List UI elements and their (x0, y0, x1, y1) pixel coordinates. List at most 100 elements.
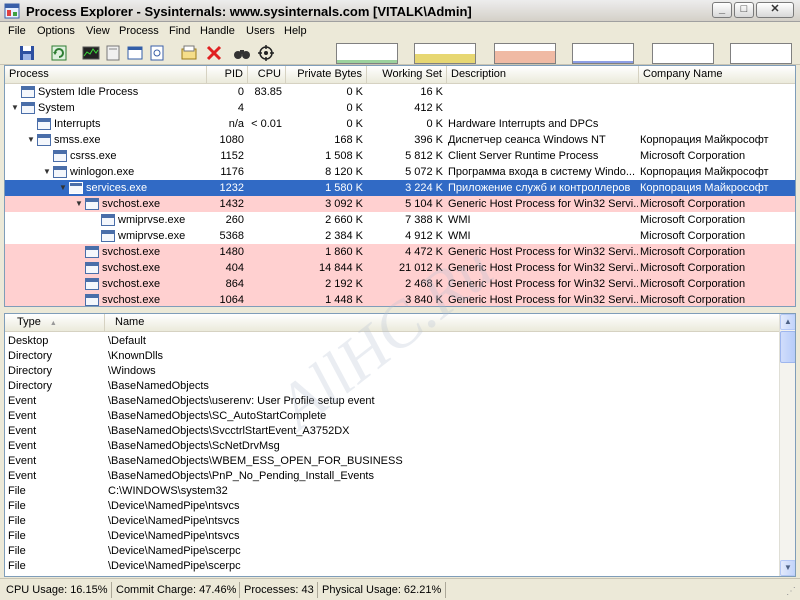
process-row[interactable]: wmiprvse.exe 5368 2 384 K 4 912 K WMI Microso… (5, 228, 795, 244)
io-graph[interactable] (494, 43, 556, 64)
handle-scrollbar[interactable]: ▲ ▼ (779, 314, 795, 576)
crosshair-icon[interactable] (257, 44, 275, 62)
working-set-cell: 16 K (420, 86, 443, 98)
company-cell: Microsoft Corporation (640, 150, 746, 162)
handle-type-cell: Event (8, 455, 37, 467)
process-table-header: Process PID CPU Private Bytes Working Se… (5, 66, 795, 84)
handle-row[interactable]: Event \BaseNamedObjects\SC_AutoStartCompl… (5, 409, 781, 424)
menu-file[interactable]: File (8, 25, 26, 37)
handle-name-cell: \BaseNamedObjects (108, 380, 209, 392)
process-row[interactable]: ▼ svchost.exe 1432 3 092 K 5 104 K Generic Ho… (5, 196, 795, 212)
network-graph[interactable] (572, 43, 634, 64)
process-icon (85, 294, 99, 306)
expand-toggle-icon[interactable]: ▼ (43, 164, 53, 180)
process-name-cell: ▼ services.exe (59, 180, 207, 196)
scroll-down-button[interactable]: ▼ (780, 560, 795, 576)
expand-toggle-icon[interactable]: ▼ (59, 180, 69, 196)
column-description[interactable]: Description (447, 66, 639, 84)
disk-graph[interactable] (652, 43, 714, 64)
close-button[interactable]: ✕ (756, 2, 794, 18)
menu-find[interactable]: Find (169, 25, 190, 37)
column-pid[interactable]: PID (207, 66, 248, 84)
properties-icon[interactable] (148, 44, 166, 62)
process-row[interactable]: ▼ winlogon.exe 1176 8 120 K 5 072 K Программа… (5, 164, 795, 180)
handle-row[interactable]: File \Device\NamedPipe\ntsvcs (5, 514, 781, 529)
handle-row[interactable]: Event \BaseNamedObjects\WBEM_ESS_OPEN_FOR… (5, 454, 781, 469)
system-info-icon[interactable] (82, 44, 100, 62)
cpu-graph[interactable] (336, 43, 398, 64)
working-set-cell: 4 472 K (405, 246, 443, 258)
handle-pane[interactable]: Type ▲ Name Desktop \Default Directory \Kno… (4, 313, 796, 577)
scroll-thumb[interactable] (780, 331, 795, 363)
process-row[interactable]: svchost.exe 864 2 192 K 2 468 K Generic Host… (5, 276, 795, 292)
column-type[interactable]: Type ▲ (5, 314, 105, 332)
process-row[interactable]: Interrupts n/a < 0.01 0 K 0 K Hardware Interr… (5, 116, 795, 132)
scroll-up-button[interactable]: ▲ (780, 314, 795, 330)
process-row[interactable]: csrss.exe 1152 1 508 K 5 812 K Client Server… (5, 148, 795, 164)
expand-toggle-icon[interactable]: ▼ (27, 132, 37, 148)
handle-row[interactable]: File \Device\NamedPipe\scerpc (5, 544, 781, 559)
process-icon (21, 86, 35, 98)
handle-row[interactable]: Event \BaseNamedObjects\ScNetDrvMsg (5, 439, 781, 454)
process-name-cell: wmiprvse.exe (91, 228, 207, 244)
handle-row[interactable]: File \Device\NamedPipe\scerpc (5, 559, 781, 574)
column-company-name[interactable]: Company Name (639, 66, 795, 84)
menu-options[interactable]: Options (37, 25, 75, 37)
minimize-button[interactable]: _ (712, 2, 732, 18)
menu-users[interactable]: Users (246, 25, 275, 37)
find-icon[interactable] (233, 44, 251, 62)
cpu-graph-fill (337, 59, 397, 63)
cpu-cell (248, 196, 282, 212)
handle-row[interactable]: Directory \Windows (5, 364, 781, 379)
commit-graph[interactable] (414, 43, 476, 64)
handle-type-cell: Event (8, 410, 37, 422)
handle-row[interactable]: File C:\WINDOWS\system32 (5, 484, 781, 499)
handle-row[interactable]: Event \BaseNamedObjects\PnP_No_Pending_In… (5, 469, 781, 484)
process-row[interactable]: svchost.exe 404 14 844 K 21 012 K Generic Ho… (5, 260, 795, 276)
column-cpu[interactable]: CPU (248, 66, 286, 84)
menu-process[interactable]: Process (119, 25, 159, 37)
handle-row[interactable]: Directory \BaseNamedObjects (5, 379, 781, 394)
process-row[interactable]: ▼ System 4 0 K 412 K (5, 100, 795, 116)
process-icon (85, 262, 99, 274)
company-cell (640, 116, 795, 132)
maximize-button[interactable]: □ (734, 2, 754, 18)
menu-help[interactable]: Help (284, 25, 307, 37)
process-name: Interrupts (54, 118, 101, 130)
resize-grip-icon[interactable]: ⋰ (786, 586, 798, 598)
process-tree-pane[interactable]: Process PID CPU Private Bytes Working Se… (4, 65, 796, 307)
process-row[interactable]: wmiprvse.exe 260 2 660 K 7 388 K WMI Microsof… (5, 212, 795, 228)
expand-toggle-icon[interactable]: ▼ (75, 196, 85, 212)
kill-process-icon[interactable] (205, 44, 223, 62)
save-icon[interactable] (18, 44, 36, 62)
process-name: svchost.exe (102, 294, 161, 306)
process-row[interactable]: ▼ smss.exe 1080 168 K 396 K Диспетчер сеанса … (5, 132, 795, 148)
handle-row[interactable]: File \Device\NamedPipe\ntsvcs (5, 499, 781, 514)
menu-view[interactable]: View (86, 25, 110, 37)
gpu-graph[interactable] (730, 43, 792, 64)
target-icon[interactable] (180, 44, 198, 62)
dll-view-icon[interactable] (104, 44, 122, 62)
expand-toggle-icon[interactable]: ▼ (11, 100, 21, 116)
working-set-cell: 7 388 K (405, 214, 443, 226)
refresh-icon[interactable] (50, 44, 68, 62)
column-working-set[interactable]: Working Set (367, 66, 447, 84)
column-name[interactable]: Name (105, 314, 781, 332)
handle-row[interactable]: Event \BaseNamedObjects\userenv: User Pro… (5, 394, 781, 409)
window-icon[interactable] (126, 44, 144, 62)
column-process[interactable]: Process (5, 66, 207, 84)
handle-row[interactable]: Event \BaseNamedObjects\SvcctrlStartEvent… (5, 424, 781, 439)
process-row[interactable]: ▼ services.exe 1232 1 580 K 3 224 K Приложени… (5, 180, 795, 196)
column-private-bytes[interactable]: Private Bytes (286, 66, 367, 84)
process-row[interactable]: svchost.exe 1064 1 448 K 3 840 K Generic Hos… (5, 292, 795, 306)
process-row[interactable]: System Idle Process 0 83.85 0 K 16 K (5, 84, 795, 100)
pid-cell: 0 (237, 86, 244, 98)
menu-handle[interactable]: Handle (200, 25, 235, 37)
handle-row[interactable]: Desktop \Default (5, 334, 781, 349)
description-cell: Программа входа в систему Windo... (448, 166, 636, 178)
handle-row[interactable]: Directory \KnownDlls (5, 349, 781, 364)
description-cell: Generic Host Process for Win32 Servi... (448, 246, 638, 258)
private-bytes-cell: 3 092 K (325, 198, 363, 210)
process-row[interactable]: svchost.exe 1480 1 860 K 4 472 K Generic Hos… (5, 244, 795, 260)
handle-row[interactable]: File \Device\NamedPipe\ntsvcs (5, 529, 781, 544)
